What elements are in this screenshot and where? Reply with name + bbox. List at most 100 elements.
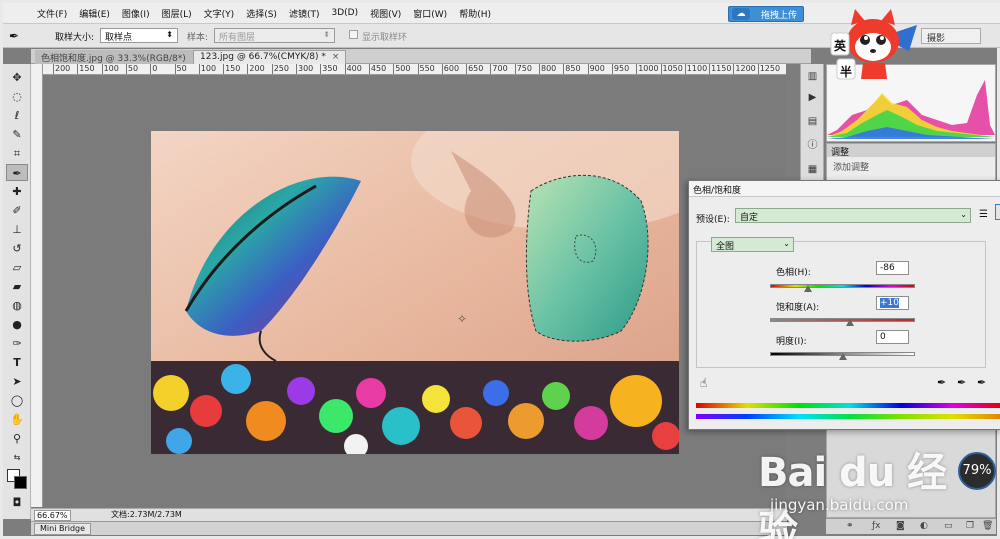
toolbox: ✥ ◌ ℓ ✎ ⌗ ✒ ✚ ✐ ⊥ ↺ ▱ ▰ ◍ ● ✑ T ➤ ◯ ✋ ⚲ … xyxy=(3,64,31,519)
eyedropper-icon[interactable]: ✒ xyxy=(9,29,19,43)
ruler-tick: 1250 xyxy=(757,64,781,74)
ruler-tick: 850 xyxy=(563,64,581,74)
menu-3d[interactable]: 3D(D) xyxy=(325,8,364,18)
lightness-slider-thumb[interactable] xyxy=(838,353,847,360)
pen-tool-icon[interactable]: ✑ xyxy=(6,335,28,352)
show-ring-label: 显示取样环 xyxy=(362,33,408,43)
ruler-tick: 0 xyxy=(150,64,158,74)
targeted-adjustment-icon[interactable]: ☝ xyxy=(700,376,707,390)
mini-bridge-tab[interactable]: Mini Bridge xyxy=(34,523,92,535)
svg-text:✧: ✧ xyxy=(457,312,467,326)
tab-document-1[interactable]: 色相饱和度.jpg @ 33.3%(RGB/8*)× xyxy=(35,50,206,64)
zoom-tool-icon[interactable]: ⚲ xyxy=(6,430,28,447)
crop-tool-icon[interactable]: ⌗ xyxy=(6,145,28,162)
ruler-tick: 100 xyxy=(101,64,119,74)
adjustments-subtitle: 添加调整 xyxy=(833,163,870,173)
shape-tool-icon[interactable]: ◯ xyxy=(6,392,28,409)
tab-document-2[interactable]: 123.jpg @ 66.7%(CMYK/8) * × xyxy=(193,50,347,64)
menu-select[interactable]: 选择(S) xyxy=(240,7,283,20)
ruler-tick: 800 xyxy=(539,64,557,74)
menu-edit[interactable]: 编辑(E) xyxy=(73,7,116,20)
type-tool-icon[interactable]: T xyxy=(6,354,28,371)
document-tabs: 色相饱和度.jpg @ 33.3%(RGB/8*)× 123.jpg @ 66.… xyxy=(31,49,811,64)
preset-options-icon[interactable]: ☰ xyxy=(979,209,988,220)
performance-badge[interactable]: 79% xyxy=(958,452,996,490)
saturation-field[interactable]: +10 xyxy=(876,296,909,310)
saturation-slider-thumb[interactable] xyxy=(845,319,854,326)
play-icon[interactable]: ▶ xyxy=(804,90,821,106)
chevron-down-icon: ⌄ xyxy=(960,210,967,219)
swatches-panel-icon[interactable]: ▦ xyxy=(804,162,821,178)
menu-window[interactable]: 窗口(W) xyxy=(407,7,453,20)
eyedropper-plus-icon[interactable]: ✒ xyxy=(957,376,966,389)
input-color-bar xyxy=(696,403,1000,408)
menu-layer[interactable]: 图层(L) xyxy=(156,7,198,20)
lightness-label: 明度(I): xyxy=(776,337,807,347)
channel-select[interactable]: 全图 ⌄ xyxy=(711,237,794,252)
vertical-ruler xyxy=(31,64,43,507)
ruler-tick: 750 xyxy=(514,64,532,74)
preset-select[interactable]: 自定 ⌄ xyxy=(735,208,971,223)
hue-field[interactable]: -86 xyxy=(876,261,909,275)
mascot-character-2: 半 xyxy=(840,65,853,79)
background-color-swatch[interactable] xyxy=(14,476,27,489)
document-size: 文档:2.73M/2.73M xyxy=(111,510,182,519)
adjustments-title[interactable]: 调整 xyxy=(827,144,995,158)
show-ring-checkbox[interactable] xyxy=(349,30,358,39)
document-image[interactable]: ✧ xyxy=(151,131,679,454)
hue-slider-thumb[interactable] xyxy=(803,285,812,292)
history-brush-icon[interactable]: ↺ xyxy=(6,240,28,257)
brush-tool-icon[interactable]: ✐ xyxy=(6,202,28,219)
hue-slider-track[interactable] xyxy=(770,284,915,288)
info-panel-icon[interactable]: ⓘ xyxy=(804,138,821,154)
drag-upload-button[interactable]: ☁ 拖拽上传 xyxy=(728,6,804,22)
gradient-tool-icon[interactable]: ▰ xyxy=(6,278,28,295)
ok-button-edge[interactable] xyxy=(995,204,1000,220)
zoom-field[interactable]: 66.67% xyxy=(34,510,71,521)
saturation-slider-track[interactable] xyxy=(770,318,915,322)
close-icon[interactable]: × xyxy=(332,52,340,62)
blur-tool-icon[interactable]: ◍ xyxy=(6,297,28,314)
eyedropper-tool-icon[interactable]: ✒ xyxy=(6,164,28,181)
saturation-label: 饱和度(A): xyxy=(776,303,820,313)
photoshop-window: 文件(F) 编辑(E) 图像(I) 图层(L) 文字(Y) 选择(S) 滤镜(T… xyxy=(0,0,1000,539)
sample-select[interactable]: 所有图层 ⬍ xyxy=(214,28,335,43)
menu-view[interactable]: 视图(V) xyxy=(364,7,407,20)
hand-tool-icon[interactable]: ✋ xyxy=(6,411,28,428)
workspace-select[interactable]: 摄影 xyxy=(921,28,981,44)
menu-type[interactable]: 文字(Y) xyxy=(198,7,241,20)
hue-label: 色相(H): xyxy=(776,268,811,278)
navigator-panel-icon[interactable]: ▤ xyxy=(804,114,821,130)
status-bar: 66.67% 文档:2.73M/2.73M xyxy=(31,508,787,521)
lightness-value: 0 xyxy=(880,332,886,342)
lightness-field[interactable]: 0 xyxy=(876,330,909,344)
trash-icon[interactable]: 🗑 xyxy=(982,521,993,531)
quick-select-tool-icon[interactable]: ✎ xyxy=(6,126,28,143)
menu-file[interactable]: 文件(F) xyxy=(31,7,73,20)
marquee-tool-icon[interactable]: ◌ xyxy=(6,88,28,105)
eyedropper-icon[interactable]: ✒ xyxy=(937,376,946,389)
sample-value: 所有图层 xyxy=(219,33,256,43)
eraser-tool-icon[interactable]: ▱ xyxy=(6,259,28,276)
lasso-tool-icon[interactable]: ℓ xyxy=(6,107,28,124)
menu-help[interactable]: 帮助(H) xyxy=(453,7,497,20)
ruler-tick: 700 xyxy=(490,64,508,74)
quick-mask-icon[interactable]: ◘ xyxy=(6,494,28,511)
eyedropper-minus-icon[interactable]: ✒ xyxy=(977,376,986,389)
sample-size-select[interactable]: 取样点 ⬍ xyxy=(100,28,178,43)
tab-label: 色相饱和度.jpg @ 33.3%(RGB/8*) xyxy=(41,54,186,64)
preset-value: 自定 xyxy=(740,213,759,223)
stamp-tool-icon[interactable]: ⊥ xyxy=(6,221,28,238)
histogram-panel-icon[interactable]: ▥ xyxy=(804,69,821,85)
new-layer-icon[interactable]: ❐ xyxy=(966,521,974,531)
ruler-tick: 150 xyxy=(223,64,241,74)
menu-image[interactable]: 图像(I) xyxy=(116,7,156,20)
dodge-tool-icon[interactable]: ● xyxy=(6,316,28,333)
swap-colors-icon[interactable]: ⇆ xyxy=(6,449,28,466)
ruler-tick: 1000 xyxy=(636,64,659,74)
menu-filter[interactable]: 滤镜(T) xyxy=(283,7,326,20)
healing-tool-icon[interactable]: ✚ xyxy=(6,183,28,200)
path-select-icon[interactable]: ➤ xyxy=(6,373,28,390)
move-tool-icon[interactable]: ✥ xyxy=(6,69,28,86)
dialog-title[interactable]: 色相/饱和度 xyxy=(689,181,1000,197)
